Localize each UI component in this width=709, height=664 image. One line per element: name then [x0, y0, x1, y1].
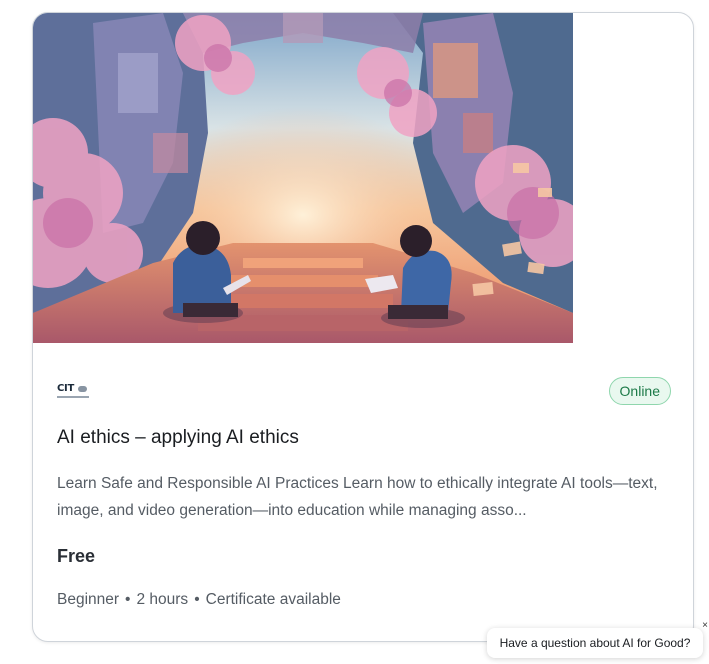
course-meta: Beginner • 2 hours • Certificate available	[57, 591, 341, 609]
course-price: Free	[57, 546, 96, 566]
course-image[interactable]	[33, 13, 573, 343]
course-title[interactable]: AI ethics – applying AI ethics	[57, 427, 299, 449]
course-level: Beginner	[57, 591, 120, 608]
provider-logo: CIT	[57, 381, 93, 403]
course-illustration	[33, 13, 573, 343]
meta-separator: •	[125, 591, 131, 608]
chat-prompt-bubble[interactable]: Have a question about AI for Good?	[487, 628, 703, 658]
close-icon[interactable]: ×	[699, 620, 709, 632]
course-card[interactable]: CIT Online AI ethics – applying AI ethic…	[32, 12, 694, 642]
provider-logo-text: CIT	[57, 383, 74, 394]
meta-separator: •	[194, 591, 200, 608]
course-description: Learn Safe and Responsible AI Practices …	[57, 475, 658, 519]
provider-logo-mark	[78, 386, 87, 392]
provider-logo-underline	[57, 396, 89, 398]
delivery-mode-badge: Online	[608, 377, 671, 405]
course-certificate: Certificate available	[205, 591, 341, 608]
course-duration: 2 hours	[136, 591, 189, 608]
